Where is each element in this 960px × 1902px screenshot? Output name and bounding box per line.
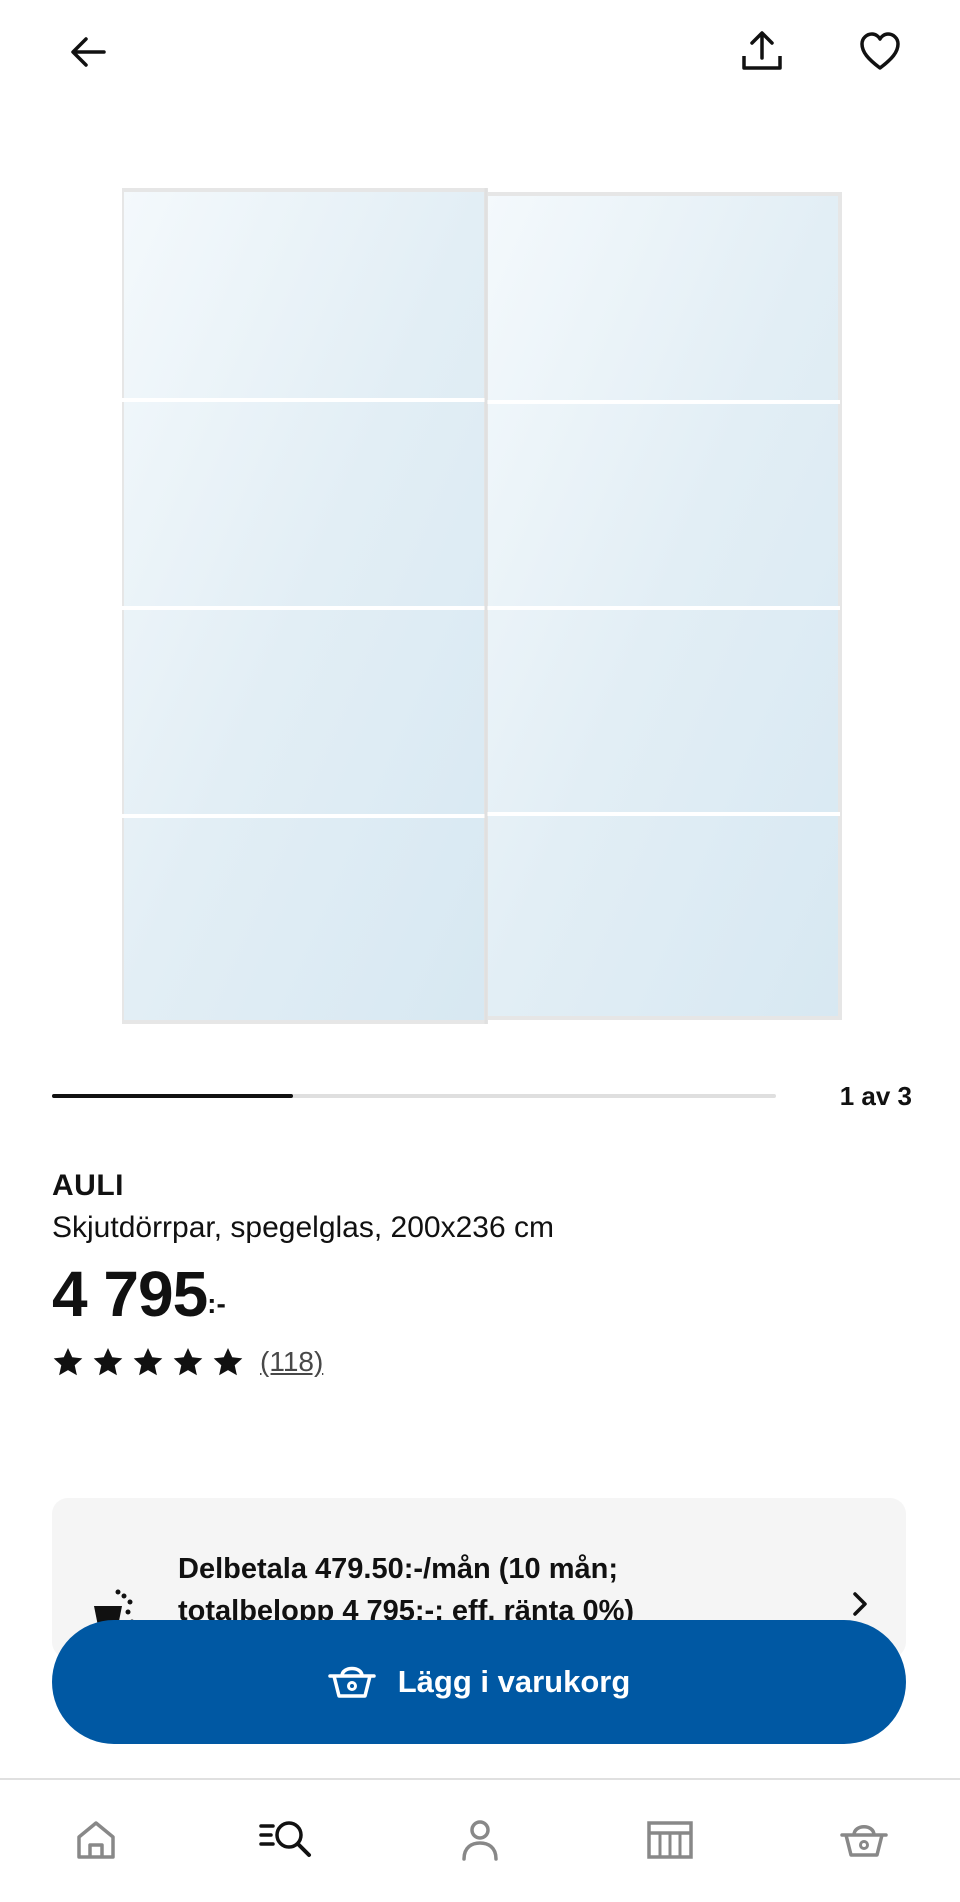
page-indicator: 1 av 3	[839, 1081, 912, 1111]
product-image[interactable]	[120, 188, 842, 1028]
basket-icon	[840, 1825, 888, 1857]
nav-store[interactable]	[640, 1810, 700, 1870]
star-icon	[213, 1348, 243, 1376]
carousel-progress-fill	[52, 1094, 294, 1098]
product-info: AULI Skjutdörrpar, spegelglas, 200x236 c…	[52, 1166, 912, 1380]
share-icon	[742, 31, 782, 70]
basket-icon	[327, 1666, 376, 1698]
nav-profile[interactable]	[450, 1810, 510, 1870]
top-bar	[0, 0, 960, 110]
add-to-cart-label: Lägg i varukorg	[397, 1664, 631, 1699]
review-count-link[interactable]: (118)	[260, 1346, 323, 1378]
profile-icon	[462, 1820, 498, 1861]
search-browse-icon	[259, 1821, 311, 1857]
nav-cart[interactable]	[834, 1810, 894, 1870]
star-icon	[173, 1348, 203, 1376]
share-button[interactable]	[730, 20, 794, 84]
rating[interactable]: (118)	[52, 1344, 912, 1380]
product-description: Skjutdörrpar, spegelglas, 200x236 cm	[52, 1211, 554, 1244]
carousel-progress-track	[52, 1094, 776, 1098]
add-to-cart-button[interactable]: Lägg i varukorg	[52, 1620, 906, 1744]
star-rating	[52, 1346, 244, 1378]
arrow-left-icon	[71, 37, 106, 67]
nav-search[interactable]	[256, 1810, 316, 1870]
bottom-navigation	[0, 1778, 960, 1902]
price-suffix: :-	[207, 1288, 226, 1319]
product-name: AULI	[52, 1169, 124, 1202]
star-icon	[53, 1348, 83, 1376]
home-icon	[77, 1821, 115, 1859]
image-carousel-indicator: 1 av 3	[52, 1080, 912, 1112]
price-amount: 4 795	[52, 1258, 208, 1330]
sliding-mirror-doors-image	[120, 188, 842, 1024]
chevron-right-icon	[853, 1592, 867, 1616]
heart-icon	[860, 32, 900, 70]
star-icon	[93, 1348, 123, 1376]
store-icon	[647, 1821, 693, 1859]
nav-home[interactable]	[66, 1810, 126, 1870]
back-button[interactable]	[56, 20, 120, 84]
favorite-button[interactable]	[848, 20, 912, 84]
price: 4 795 :-	[52, 1258, 912, 1330]
star-icon	[133, 1348, 163, 1376]
